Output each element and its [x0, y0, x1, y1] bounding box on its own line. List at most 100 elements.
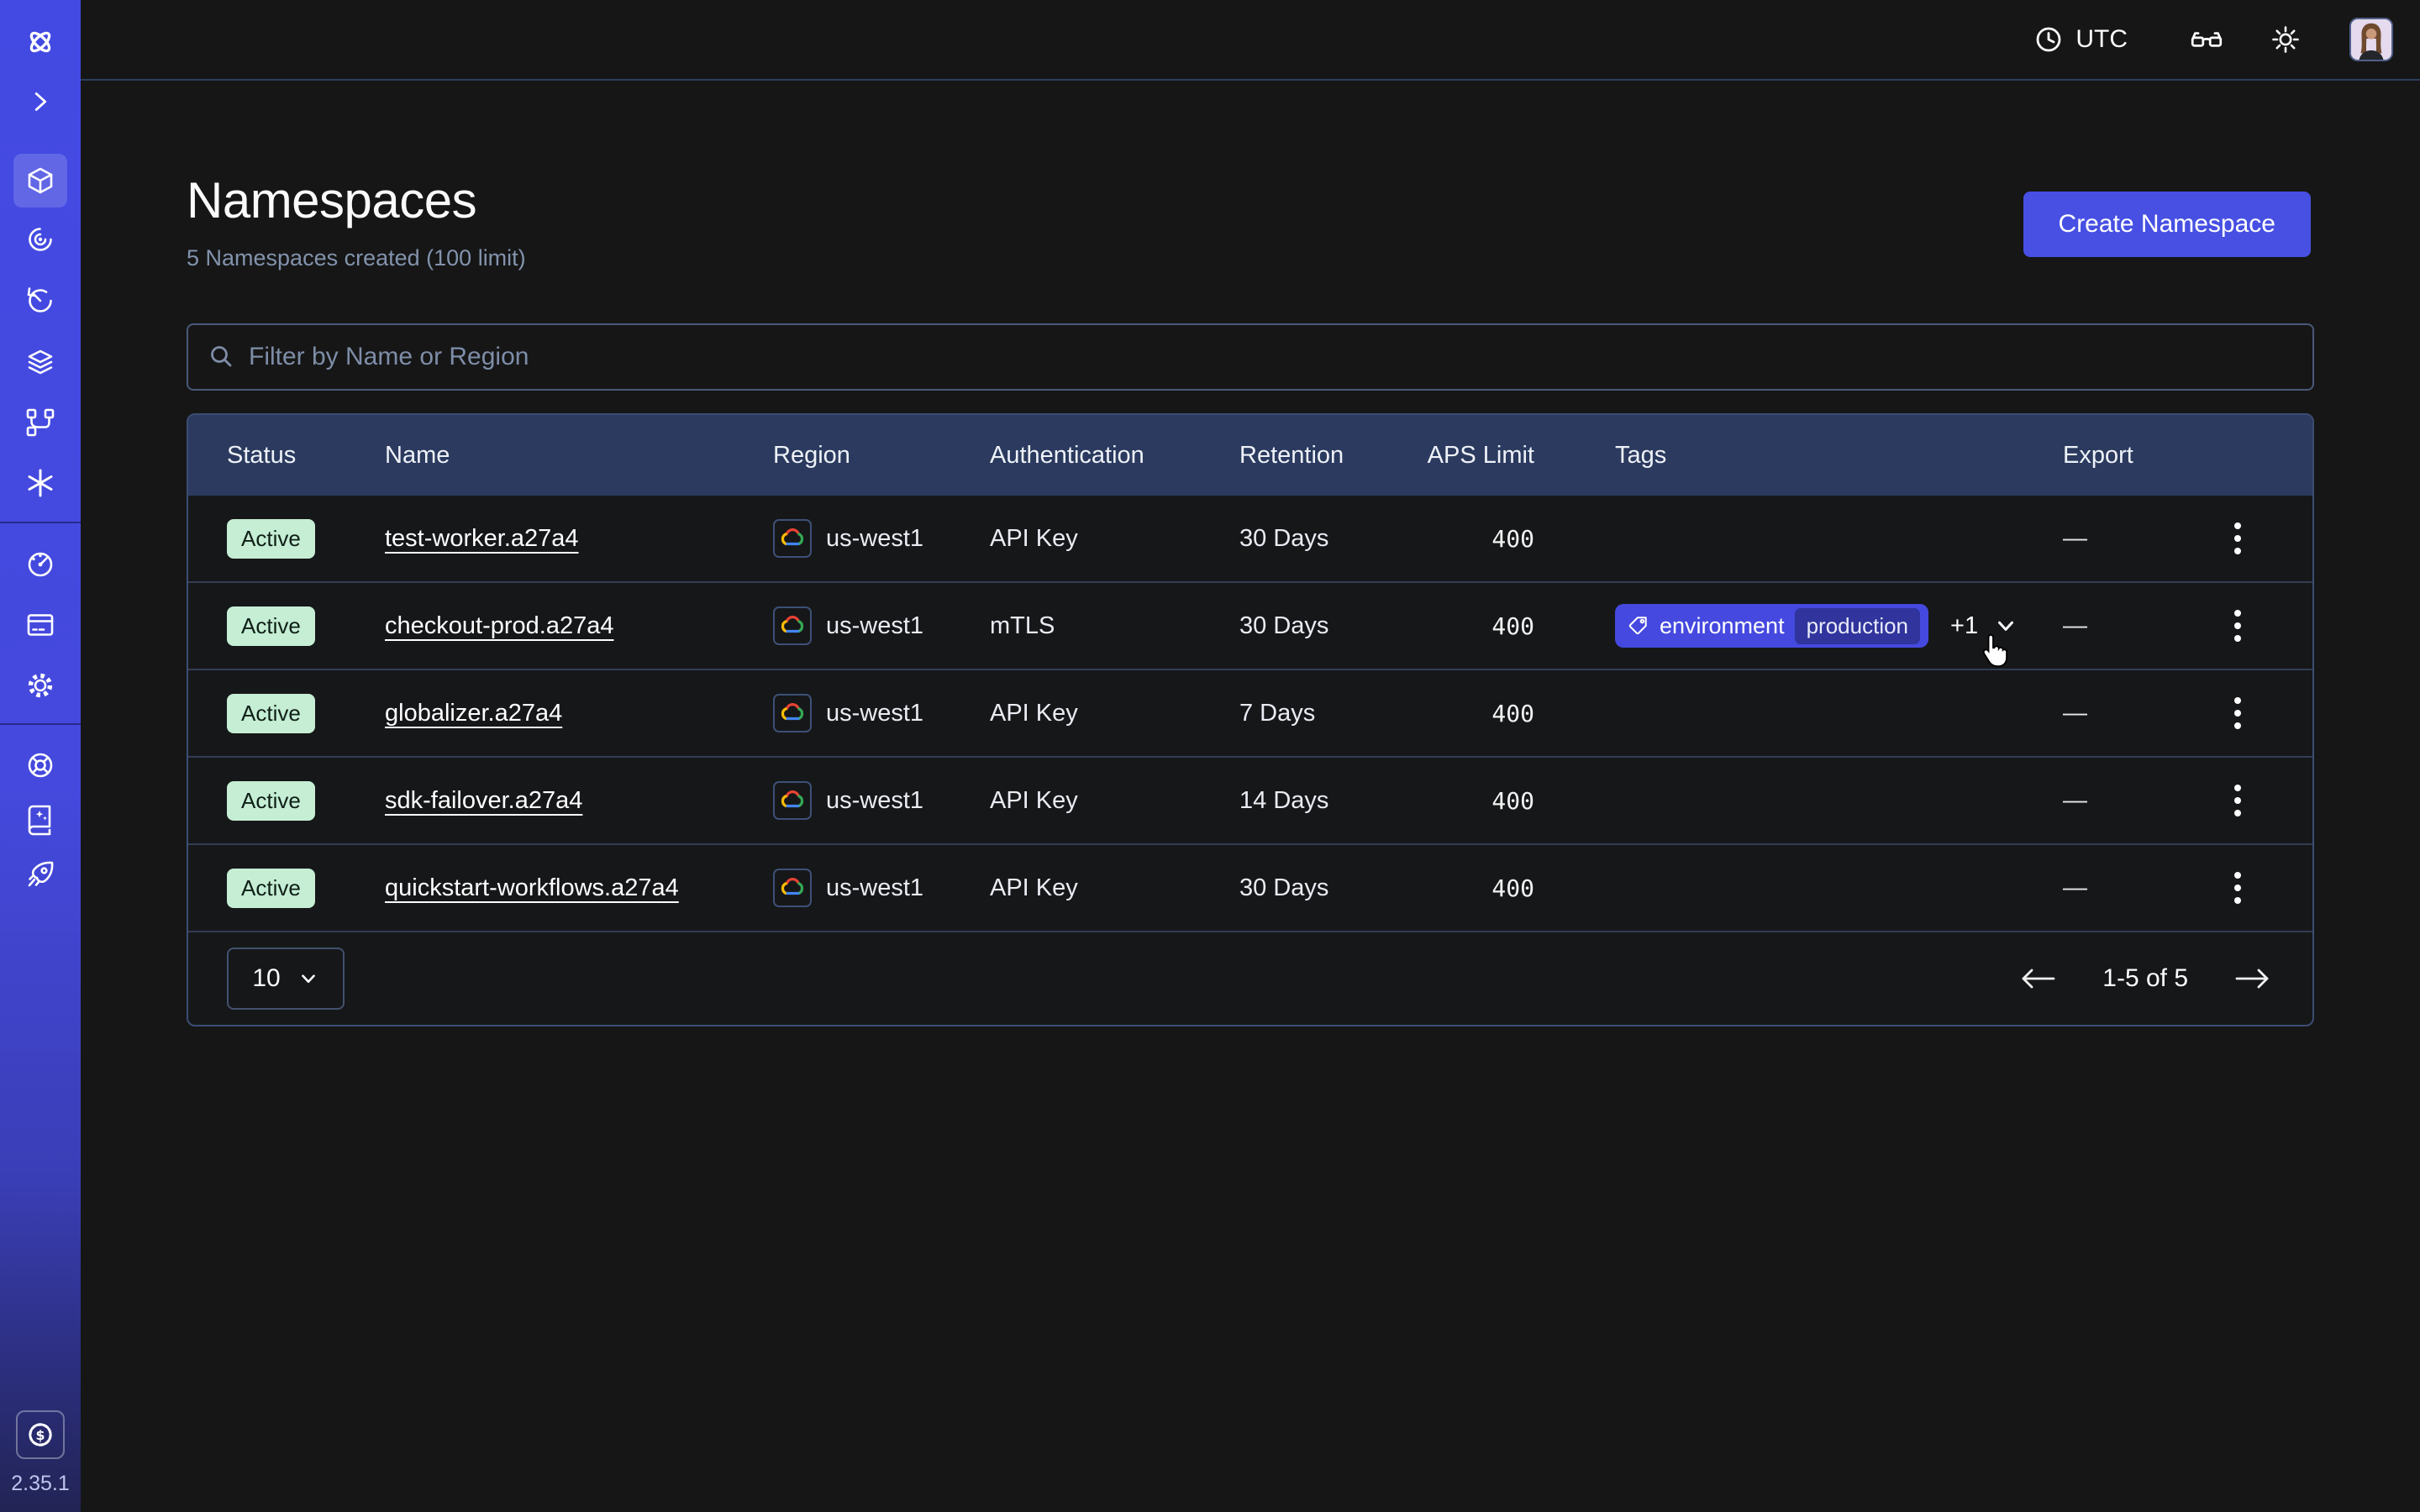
aps-limit-cell: 400: [1425, 874, 1534, 902]
pricing-dollar-badge-icon[interactable]: $: [16, 1410, 65, 1459]
sidebar-item-getting-started-rocket-icon[interactable]: [0, 848, 81, 901]
region-cell: us-west1: [773, 869, 990, 907]
sidebar-item-namespaces-cube-icon[interactable]: [0, 154, 81, 207]
retention-cell: 30 Days: [1239, 525, 1425, 553]
page-size-value: 10: [252, 964, 280, 993]
status-cell: Active: [227, 606, 385, 646]
sidebar-item-batch-layers-icon[interactable]: [0, 335, 81, 389]
tags-cell: environment production +1: [1534, 604, 2063, 648]
sidebar-item-docs-book-icon[interactable]: [0, 792, 81, 846]
aps-limit-cell: 400: [1425, 612, 1534, 640]
tag-key: environment: [1660, 613, 1785, 639]
export-cell: —: [2063, 700, 2202, 727]
filter-bar[interactable]: [187, 323, 2314, 391]
col-header-aps-limit: APS Limit: [1425, 442, 1534, 470]
region-cell: us-west1: [773, 606, 990, 645]
tag-value: production: [1795, 608, 1920, 644]
topbar: UTC: [81, 0, 2420, 81]
table-row: Active quickstart-workflows.a27a4 us-wes…: [188, 845, 2312, 932]
google-cloud-icon: [773, 606, 812, 645]
pagination-range-label: 1-5 of 5: [2102, 964, 2188, 993]
authentication-cell: API Key: [990, 874, 1239, 902]
col-header-export: Export: [2063, 442, 2202, 470]
svg-text:$: $: [35, 1427, 45, 1443]
table-row: Active sdk-failover.a27a4 us-west1 API K…: [188, 758, 2312, 845]
previous-page-arrow-left-icon[interactable]: [2017, 967, 2059, 990]
sidebar-item-support-lifebuoy-icon[interactable]: [0, 738, 81, 792]
region-label: us-west1: [826, 700, 923, 727]
table-row: Active globalizer.a27a4 us-west1 API Key…: [188, 670, 2312, 758]
col-header-status: Status: [227, 442, 385, 470]
col-header-retention: Retention: [1239, 442, 1425, 470]
sidebar-item-nexus-spiral-icon[interactable]: [0, 213, 81, 266]
col-header-authentication: Authentication: [990, 442, 1239, 470]
timezone-selector[interactable]: UTC: [2033, 24, 2128, 55]
sidebar-item-billing-card-icon[interactable]: [0, 598, 81, 652]
status-badge: Active: [227, 694, 315, 733]
page-size-select[interactable]: 10: [227, 948, 345, 1010]
status-badge: Active: [227, 519, 315, 559]
app-version: 2.35.1: [0, 1472, 81, 1496]
google-cloud-icon: [773, 781, 812, 820]
chevron-down-icon: [297, 968, 319, 990]
sidebar-item-connections-asterisk-icon[interactable]: [0, 456, 81, 510]
namespace-link[interactable]: quickstart-workflows.a27a4: [385, 874, 679, 902]
col-header-region: Region: [773, 442, 990, 470]
tags-expand-chevron-down-icon[interactable]: [1993, 613, 2018, 638]
export-cell: —: [2063, 787, 2202, 815]
page-title: Namespaces: [187, 171, 476, 229]
status-cell: Active: [227, 781, 385, 821]
sidebar: $ 2.35.1: [0, 0, 81, 1512]
row-actions-kebab-icon[interactable]: [2212, 863, 2263, 913]
export-cell: —: [2063, 612, 2202, 640]
tag-icon: [1628, 615, 1649, 637]
table-row: Active test-worker.a27a4 us-west1 API Ke…: [188, 496, 2312, 583]
table-row: Active checkout-prod.a27a4 us-west1 mTLS…: [188, 583, 2312, 670]
theme-sun-icon[interactable]: [2269, 23, 2302, 56]
region-label: us-west1: [826, 612, 923, 640]
create-namespace-button[interactable]: Create Namespace: [2023, 192, 2311, 257]
namespace-link[interactable]: sdk-failover.a27a4: [385, 787, 582, 815]
col-header-tags: Tags: [1534, 442, 2063, 470]
tags-more-count: +1: [1950, 612, 1978, 640]
row-actions-kebab-icon[interactable]: [2212, 601, 2263, 651]
sidebar-item-schedules-timer-icon[interactable]: [0, 274, 81, 328]
status-cell: Active: [227, 519, 385, 559]
region-cell: us-west1: [773, 781, 990, 820]
col-header-name: Name: [385, 442, 773, 470]
search-icon: [207, 342, 237, 372]
aps-limit-cell: 400: [1425, 787, 1534, 815]
sidebar-divider: [0, 522, 81, 523]
pagination-bar: 10 1-5 of 5: [188, 932, 2312, 1025]
row-actions-kebab-icon[interactable]: [2212, 688, 2263, 738]
tag-pill[interactable]: environment production: [1615, 604, 1928, 648]
namespace-link[interactable]: globalizer.a27a4: [385, 700, 562, 727]
sidebar-collapse-chevron-right-icon[interactable]: [0, 75, 81, 129]
sidebar-item-deployments-branch-icon[interactable]: [0, 396, 81, 449]
temporal-logo-icon[interactable]: [0, 15, 81, 69]
region-label: us-west1: [826, 874, 923, 902]
status-cell: Active: [227, 694, 385, 733]
row-actions-kebab-icon[interactable]: [2212, 775, 2263, 826]
namespace-link[interactable]: checkout-prod.a27a4: [385, 612, 613, 640]
row-actions-kebab-icon[interactable]: [2212, 513, 2263, 564]
google-cloud-icon: [773, 519, 812, 558]
retention-cell: 7 Days: [1239, 700, 1425, 727]
sidebar-divider: [0, 723, 81, 725]
main-content: Namespaces 5 Namespaces created (100 lim…: [81, 81, 2420, 1512]
filter-input[interactable]: [249, 343, 2294, 371]
sidebar-item-settings-gear-icon[interactable]: [0, 659, 81, 712]
sidebar-item-usage-gauge-icon[interactable]: [0, 538, 81, 591]
user-avatar[interactable]: [2349, 18, 2393, 61]
region-cell: us-west1: [773, 694, 990, 732]
google-cloud-icon: [773, 694, 812, 732]
namespace-link[interactable]: test-worker.a27a4: [385, 525, 579, 553]
status-badge: Active: [227, 869, 315, 908]
google-cloud-icon: [773, 869, 812, 907]
retention-cell: 30 Days: [1239, 874, 1425, 902]
retention-cell: 30 Days: [1239, 612, 1425, 640]
authentication-cell: API Key: [990, 700, 1239, 727]
glasses-icon[interactable]: [2188, 21, 2225, 58]
status-cell: Active: [227, 869, 385, 908]
next-page-arrow-right-icon[interactable]: [2232, 967, 2274, 990]
